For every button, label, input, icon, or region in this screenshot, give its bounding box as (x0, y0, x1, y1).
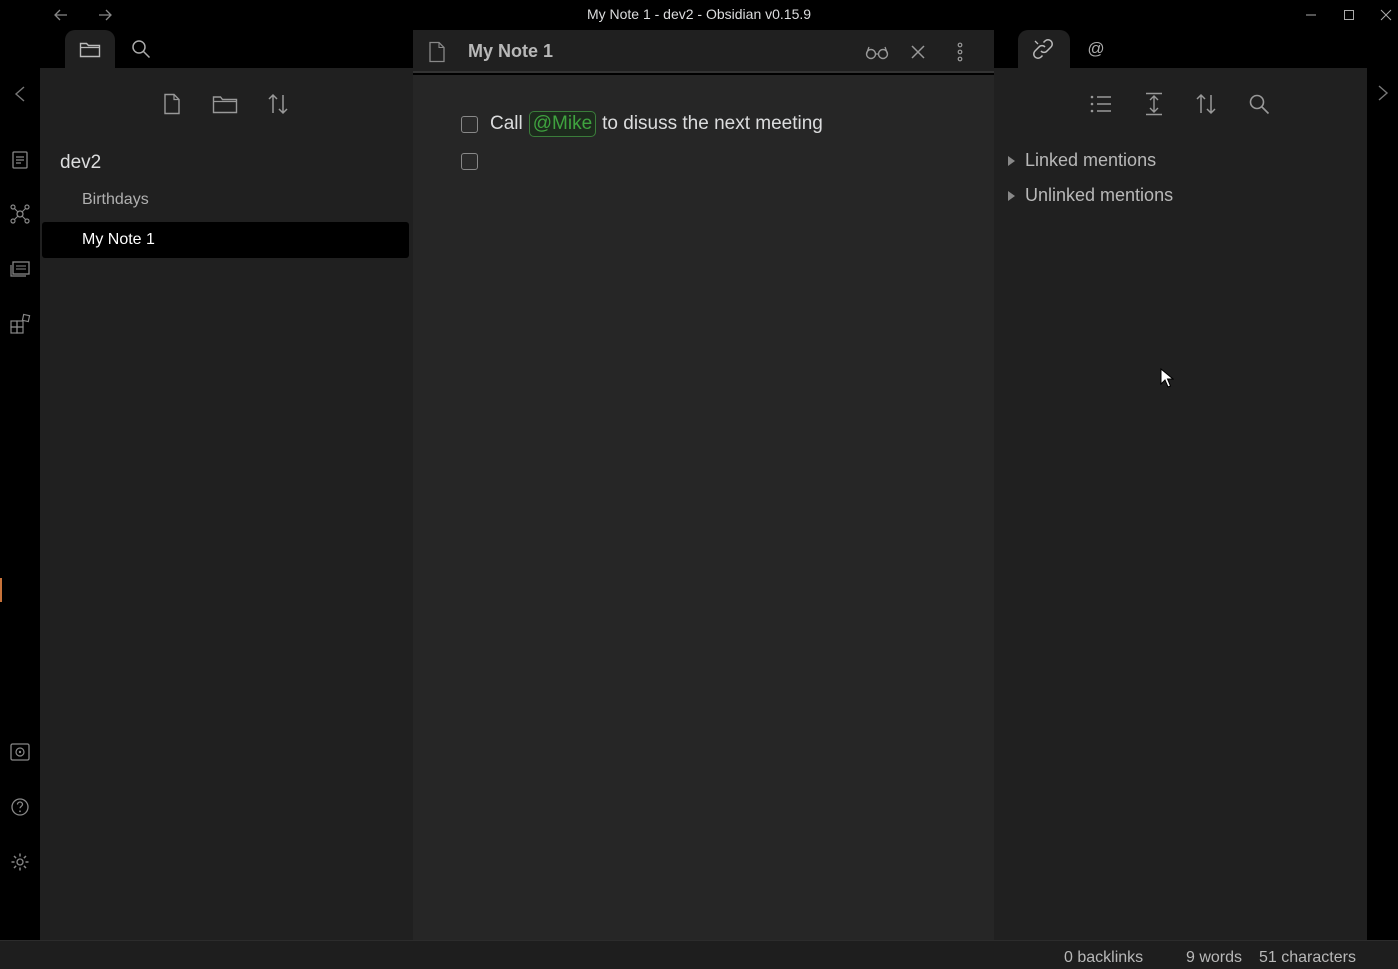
new-folder-button[interactable] (211, 90, 239, 118)
show-more-context-button[interactable] (1140, 90, 1168, 118)
new-note-button[interactable] (158, 90, 186, 118)
mention-tag[interactable]: @Mike (528, 111, 597, 137)
slides-icon[interactable] (8, 257, 32, 281)
unlinked-mentions-toggle[interactable]: Unlinked mentions (1008, 185, 1173, 206)
left-sidebar-tabs (40, 30, 413, 68)
linked-mentions-label: Linked mentions (1025, 150, 1157, 170)
editor-tab-header: My Note 1 (413, 30, 994, 73)
search-icon (132, 40, 151, 59)
document-icon (424, 39, 450, 65)
file-item-birthdays[interactable]: Birthdays (42, 182, 409, 218)
ribbon (0, 30, 40, 940)
vault-safe-icon[interactable] (8, 740, 32, 764)
task-item: Call @Mike to disuss the next meeting (461, 111, 823, 137)
task-text-after: to disuss the next meeting (602, 113, 823, 134)
tab-mentions[interactable]: @ (1070, 30, 1122, 68)
graph-view-icon[interactable] (8, 202, 32, 226)
settings-gear-icon[interactable] (8, 850, 32, 874)
more-options-icon[interactable] (947, 39, 973, 65)
minimize-icon[interactable] (1300, 5, 1322, 25)
sort-arrows-icon (268, 93, 288, 115)
sort-results-button[interactable] (1192, 90, 1220, 118)
folder-icon (79, 42, 101, 58)
collapse-triangle-icon (1008, 155, 1015, 166)
quick-switcher-icon[interactable] (8, 148, 32, 172)
tab-search[interactable] (116, 30, 166, 68)
maximize-icon[interactable] (1338, 5, 1360, 25)
task-text-before: Call (490, 113, 523, 134)
task-checkbox[interactable] (461, 153, 478, 170)
new-folder-icon (212, 96, 238, 114)
help-icon[interactable] (8, 795, 32, 819)
search-filter-button[interactable] (1245, 90, 1273, 118)
collapse-results-button[interactable] (1087, 90, 1115, 118)
backlinks-count[interactable]: 0 backlinks (1064, 949, 1143, 967)
backlinks-panel: Linked mentions Unlinked mentions (994, 68, 1367, 940)
character-count: 51 characters (1259, 949, 1356, 966)
status-bar: 0 backlinks 9 words 51 characters (0, 940, 1398, 969)
tab-backlinks[interactable] (1018, 30, 1070, 68)
sort-button[interactable] (264, 90, 292, 118)
search-icon (1249, 94, 1270, 115)
editor-title[interactable]: My Note 1 (468, 41, 553, 62)
linked-mentions-toggle[interactable]: Linked mentions (1008, 150, 1156, 171)
tab-file-explorer[interactable] (65, 30, 115, 68)
expand-right-chevron-icon[interactable] (1377, 84, 1389, 102)
reading-view-glasses-icon[interactable] (864, 39, 890, 65)
sort-arrows-icon (1196, 93, 1216, 115)
file-item-my-note-1[interactable]: My Note 1 (42, 222, 409, 258)
backlinks-link-icon (1033, 39, 1053, 59)
resize-handle-indicator[interactable] (0, 578, 2, 602)
right-sidebar-tabs: @ (994, 30, 1367, 68)
right-ribbon (1367, 30, 1398, 940)
task-checkbox[interactable] (461, 115, 478, 133)
expand-vertical-icon (1146, 92, 1162, 116)
title-bar: My Note 1 - dev2 - Obsidian v0.15.9 (0, 0, 1398, 30)
collapse-left-chevron-icon[interactable] (8, 82, 32, 106)
list-icon (1090, 95, 1111, 113)
file-explorer-panel: dev2 Birthdays My Note 1 (40, 68, 413, 940)
close-pane-icon[interactable] (905, 39, 931, 65)
unlinked-mentions-label: Unlinked mentions (1025, 185, 1174, 205)
word-count: 9 words (1186, 949, 1243, 966)
task-item (461, 153, 490, 170)
collapse-triangle-icon (1008, 190, 1015, 201)
editor-content[interactable]: Call @Mike to disuss the next meeting (413, 75, 994, 940)
close-window-icon[interactable] (1375, 5, 1397, 25)
vault-name[interactable]: dev2 (60, 152, 101, 174)
mouse-pointer-icon (1160, 368, 1174, 388)
new-note-icon (164, 93, 180, 115)
plugins-blocks-icon[interactable] (8, 312, 32, 336)
window-title: My Note 1 - dev2 - Obsidian v0.15.9 (586, 6, 812, 22)
